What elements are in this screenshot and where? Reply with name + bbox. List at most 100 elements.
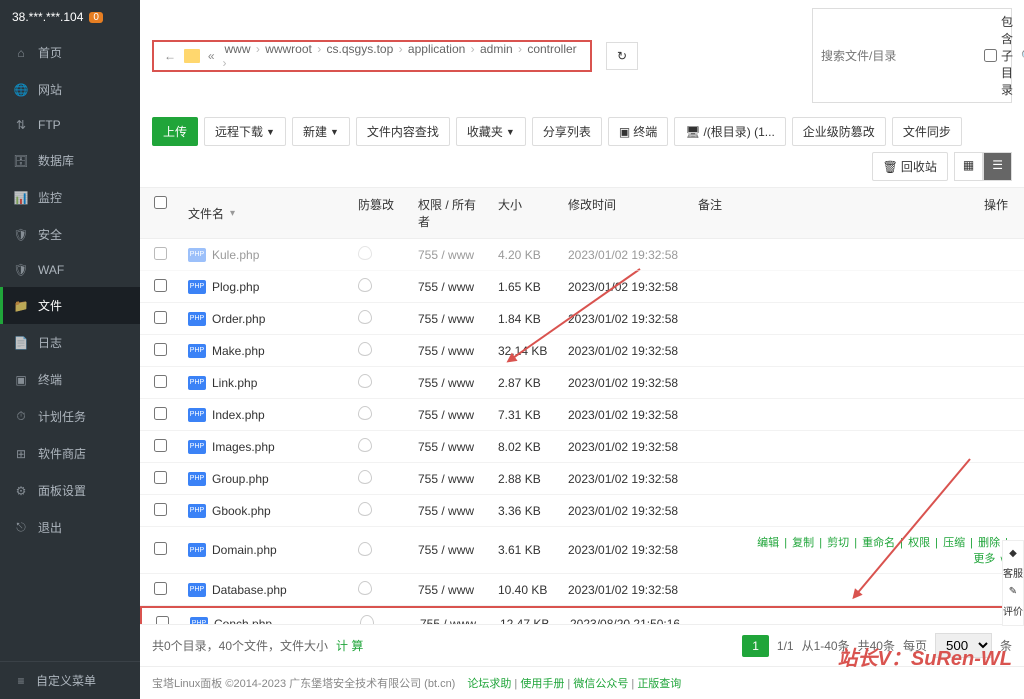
table-row[interactable]: PHPMake.php 755 / www 32.14 KB 2023/01/0… xyxy=(140,335,1024,367)
sidebar-item-waf[interactable]: 🛡WAF xyxy=(0,253,140,287)
widget-item[interactable]: 客服 xyxy=(1003,562,1023,583)
footer-link[interactable]: 正版查询 xyxy=(637,678,681,690)
select-all-checkbox[interactable] xyxy=(154,196,167,209)
sidebar-item-monitor[interactable]: 📊监控 xyxy=(0,179,140,216)
footer-link[interactable]: 微信公众号 xyxy=(573,678,628,690)
row-action[interactable]: 删除 xyxy=(976,537,1002,549)
shield-icon[interactable] xyxy=(358,406,372,420)
include-subdir-checkbox[interactable]: 包含子目录 xyxy=(984,13,1013,98)
row-action[interactable]: 重命名 xyxy=(860,537,897,549)
row-action[interactable]: 压缩 xyxy=(941,537,967,549)
sidebar-item-shield[interactable]: 🛡安全 xyxy=(0,216,140,253)
row-checkbox[interactable] xyxy=(154,407,167,420)
sidebar-item-terminal[interactable]: ▣终端 xyxy=(0,361,140,398)
file-permission[interactable]: 755 / www xyxy=(410,344,490,358)
row-checkbox[interactable] xyxy=(154,279,167,292)
shield-icon[interactable] xyxy=(358,581,372,595)
remote-download-button[interactable]: 远程下载▼ xyxy=(204,117,286,146)
file-name[interactable]: Database.php xyxy=(212,583,287,597)
sidebar-item-store[interactable]: ⊞软件商店 xyxy=(0,435,140,472)
file-permission[interactable]: 755 / www xyxy=(410,248,490,262)
footer-link[interactable]: 使用手册 xyxy=(520,678,564,690)
shield-icon[interactable] xyxy=(358,438,372,452)
row-checkbox[interactable] xyxy=(154,439,167,452)
favorites-button[interactable]: 收藏夹▼ xyxy=(456,117,526,146)
row-checkbox[interactable] xyxy=(154,343,167,356)
calc-size-button[interactable]: 计 算 xyxy=(336,637,363,654)
shield-icon[interactable] xyxy=(358,374,372,388)
file-name[interactable]: Gbook.php xyxy=(212,504,271,518)
row-checkbox[interactable] xyxy=(156,616,169,625)
shield-icon[interactable] xyxy=(358,246,372,260)
sidebar-item-log[interactable]: 📄日志 xyxy=(0,324,140,361)
col-permission[interactable]: 权限 / 所有者 xyxy=(410,196,490,230)
row-action[interactable]: 权限 xyxy=(906,537,932,549)
refresh-button[interactable]: ↻ xyxy=(606,42,638,70)
new-button[interactable]: 新建▼ xyxy=(292,117,350,146)
content-search-button[interactable]: 文件内容查找 xyxy=(356,117,450,146)
shield-icon[interactable] xyxy=(358,310,372,324)
breadcrumb-part[interactable]: wwwroot xyxy=(263,42,314,56)
sidebar-item-home[interactable]: ⌂首页 xyxy=(0,34,140,71)
list-view-button[interactable]: ☰ xyxy=(983,152,1012,181)
col-tamper[interactable]: 防篡改 xyxy=(350,196,410,230)
page-current[interactable]: 1 xyxy=(742,635,769,657)
table-row[interactable]: PHPPlog.php 755 / www 1.65 KB 2023/01/02… xyxy=(140,271,1024,303)
upload-button[interactable]: 上传 xyxy=(152,117,198,146)
sidebar-item-folder[interactable]: 📁文件 xyxy=(0,287,140,324)
breadcrumb-part[interactable]: controller xyxy=(525,42,578,56)
row-checkbox[interactable] xyxy=(154,503,167,516)
widget-item[interactable]: 评价 xyxy=(1003,600,1023,621)
row-action[interactable]: 剪切 xyxy=(825,537,851,549)
shield-icon[interactable] xyxy=(358,470,372,484)
breadcrumb-part[interactable]: application xyxy=(406,42,467,56)
file-permission[interactable]: 755 / www xyxy=(410,504,490,518)
file-permission[interactable]: 755 / www xyxy=(410,472,490,486)
notice-badge[interactable]: 0 xyxy=(89,12,103,23)
table-row[interactable]: PHPIndex.php 755 / www 7.31 KB 2023/01/0… xyxy=(140,399,1024,431)
file-name[interactable]: Domain.php xyxy=(212,543,277,557)
chevron-left-icon[interactable]: « xyxy=(206,49,217,63)
row-action[interactable]: 复制 xyxy=(790,537,816,549)
file-name[interactable]: Order.php xyxy=(212,312,265,326)
file-name[interactable]: Images.php xyxy=(212,440,275,454)
sidebar-item-globe[interactable]: 🌐网站 xyxy=(0,71,140,108)
col-note[interactable]: 备注 xyxy=(690,196,740,230)
row-action[interactable]: 更多 xyxy=(971,553,997,565)
table-row[interactable]: PHPGroup.php 755 / www 2.88 KB 2023/01/0… xyxy=(140,463,1024,495)
custom-menu[interactable]: ≡ 自定义菜单 xyxy=(0,661,140,699)
table-row[interactable]: PHPLink.php 755 / www 2.87 KB 2023/01/02… xyxy=(140,367,1024,399)
footer-link[interactable]: 论坛求助 xyxy=(467,678,511,690)
table-row[interactable]: PHPDatabase.php 755 / www 10.40 KB 2023/… xyxy=(140,574,1024,606)
row-checkbox[interactable] xyxy=(154,471,167,484)
rootdir-button[interactable]: 🖥 /(根目录) (1... xyxy=(674,117,786,146)
row-checkbox[interactable] xyxy=(154,542,167,555)
row-checkbox[interactable] xyxy=(154,311,167,324)
col-size[interactable]: 大小 xyxy=(490,196,560,230)
row-action[interactable]: 编辑 xyxy=(755,537,781,549)
terminal-button[interactable]: ▣ 终端 xyxy=(608,117,668,146)
file-permission[interactable]: 755 / www xyxy=(410,408,490,422)
tamper-button[interactable]: 企业级防篡改 xyxy=(792,117,886,146)
file-permission[interactable]: 755 / www xyxy=(412,617,492,625)
grid-view-button[interactable]: ▦ xyxy=(954,152,983,181)
search-input[interactable] xyxy=(821,49,976,63)
file-permission[interactable]: 755 / www xyxy=(410,543,490,557)
sync-button[interactable]: 文件同步 xyxy=(892,117,962,146)
shield-icon[interactable] xyxy=(358,278,372,292)
widget-item[interactable]: ✎ xyxy=(1003,583,1023,600)
file-name[interactable]: Plog.php xyxy=(212,280,259,294)
col-mtime[interactable]: 修改时间 xyxy=(560,196,690,230)
file-name[interactable]: Conch.php xyxy=(214,617,272,625)
breadcrumb-part[interactable]: cs.qsgys.top xyxy=(325,42,396,56)
row-checkbox[interactable] xyxy=(154,247,167,260)
file-name[interactable]: Make.php xyxy=(212,344,265,358)
breadcrumb-part[interactable]: www xyxy=(223,42,253,56)
file-permission[interactable]: 755 / www xyxy=(410,280,490,294)
sidebar-item-db[interactable]: 🗄数据库 xyxy=(0,142,140,179)
file-name[interactable]: Index.php xyxy=(212,408,265,422)
shield-icon[interactable] xyxy=(358,542,372,556)
file-name[interactable]: Kule.php xyxy=(212,248,259,262)
sidebar-item-exit[interactable]: ⎋退出 xyxy=(0,509,140,546)
col-filename[interactable]: 文件名 ▾ xyxy=(180,196,350,230)
